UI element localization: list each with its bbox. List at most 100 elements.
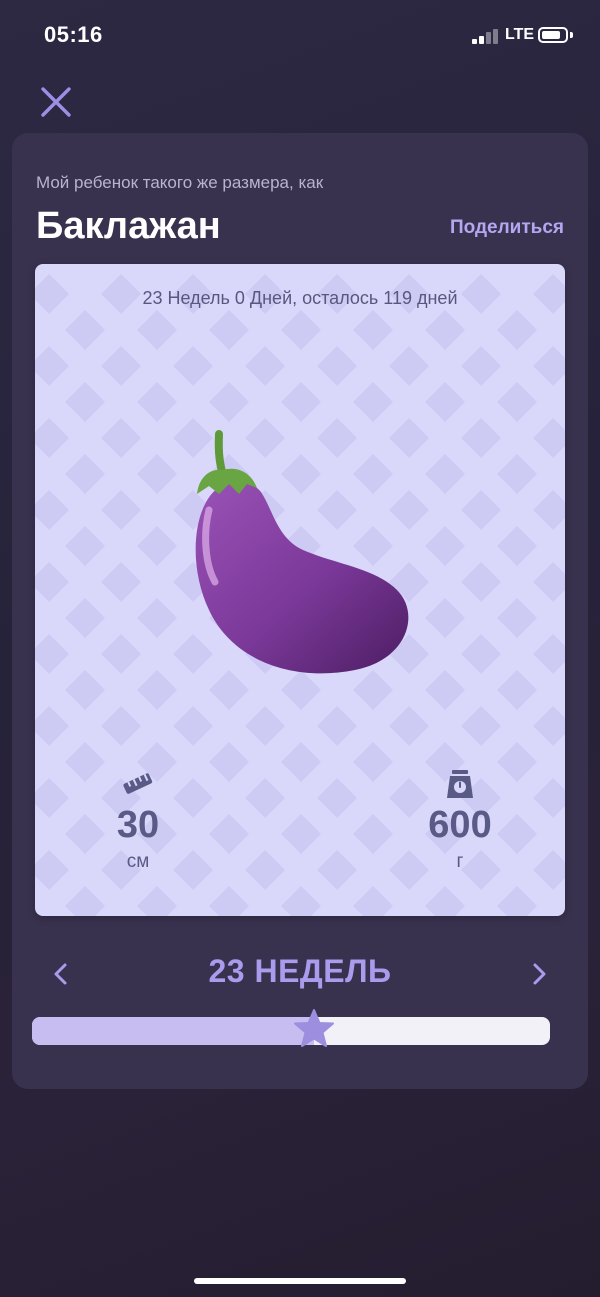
pattern-diamond — [533, 778, 565, 818]
previous-week-button[interactable] — [46, 959, 76, 989]
pattern-diamond — [137, 454, 177, 494]
status-time: 05:16 — [44, 22, 103, 47]
pattern-diamond — [497, 670, 537, 710]
pattern-diamond — [137, 670, 177, 710]
pattern-diamond — [317, 778, 357, 818]
pattern-diamond — [65, 886, 105, 916]
pattern-diamond — [425, 382, 465, 422]
signal-bar — [472, 39, 477, 44]
pattern-diamond — [281, 814, 321, 854]
pattern-diamond — [281, 310, 321, 350]
pattern-diamond — [137, 310, 177, 350]
eggplant-icon — [195, 430, 409, 674]
pattern-diamond — [425, 670, 465, 710]
signal-bar — [479, 35, 484, 44]
ruler-icon — [123, 773, 153, 794]
pattern-diamond — [533, 850, 565, 890]
star-icon — [294, 1009, 335, 1047]
length-stat: 30 см — [73, 769, 203, 873]
pattern-diamond — [353, 742, 393, 782]
pattern-diamond — [209, 310, 249, 350]
pattern-diamond — [35, 562, 69, 602]
pattern-diamond — [173, 346, 213, 386]
battery-cap — [570, 32, 573, 38]
next-week-button[interactable] — [524, 959, 554, 989]
pattern-diamond — [101, 562, 141, 602]
pattern-diamond — [137, 598, 177, 638]
pattern-diamond — [317, 706, 357, 746]
pattern-diamond — [533, 418, 565, 458]
pattern-diamond — [35, 490, 69, 530]
network-type: LTE — [505, 26, 535, 43]
pattern-diamond — [173, 706, 213, 746]
pattern-diamond — [353, 814, 393, 854]
signal-bar — [493, 28, 498, 44]
pattern-diamond — [497, 886, 537, 916]
pattern-diamond — [461, 490, 501, 530]
pattern-diamond — [281, 742, 321, 782]
weight-unit: г — [456, 851, 464, 872]
pattern-diamond — [497, 382, 537, 422]
pattern-diamond — [425, 526, 465, 566]
pattern-diamond — [101, 634, 141, 674]
pattern-diamond — [317, 346, 357, 386]
pattern-diamond — [533, 634, 565, 674]
pattern-diamond — [245, 346, 285, 386]
pattern-diamond — [533, 490, 565, 530]
pattern-diamond — [35, 778, 69, 818]
size-comparison-card: Мой ребенок такого же размера, как Бакла… — [12, 133, 588, 1089]
pattern-diamond — [533, 706, 565, 746]
close-button[interactable] — [36, 82, 76, 122]
week-label: 23 НЕДЕЛЬ — [208, 953, 392, 989]
chevron-left-icon — [54, 963, 67, 985]
share-button[interactable]: Поделиться — [450, 217, 564, 239]
pattern-diamond — [497, 526, 537, 566]
chevron-right-icon — [533, 963, 546, 985]
pattern-diamond — [353, 886, 393, 916]
scale-icon — [447, 770, 473, 798]
pattern-diamond — [281, 886, 321, 916]
pattern-diamond — [317, 850, 357, 890]
home-indicator[interactable] — [194, 1278, 406, 1284]
fruit-panel: 23 Недель 0 Дней, осталось 119 дней 30 с… — [35, 264, 565, 916]
slider-handle[interactable] — [292, 1007, 336, 1051]
pattern-diamond — [389, 706, 429, 746]
pattern-diamond — [425, 454, 465, 494]
pattern-diamond — [137, 526, 177, 566]
pattern-diamond — [101, 490, 141, 530]
pattern-diamond — [461, 346, 501, 386]
pattern-diamond — [209, 742, 249, 782]
signal-bar — [486, 32, 491, 44]
pattern-diamond — [425, 886, 465, 916]
pattern-diamond — [533, 562, 565, 602]
pattern-diamond — [389, 346, 429, 386]
pattern-diamond — [65, 310, 105, 350]
pattern-diamond — [461, 706, 501, 746]
length-value: 30 — [116, 804, 160, 846]
card-subtitle: Мой ребенок такого же размера, как — [36, 173, 324, 192]
length-unit: см — [126, 851, 150, 872]
pattern-diamond — [35, 346, 69, 386]
pattern-diamond — [209, 814, 249, 854]
pattern-diamond — [245, 850, 285, 890]
pattern-diamond — [35, 706, 69, 746]
weight-stat: 600 г — [395, 769, 525, 873]
week-progress-slider[interactable] — [32, 1009, 550, 1047]
pattern-diamond — [209, 886, 249, 916]
pattern-diamond — [461, 634, 501, 674]
status-bar: 05:16 LTE — [0, 0, 600, 70]
pattern-diamond — [137, 886, 177, 916]
pattern-diamond — [497, 310, 537, 350]
pattern-diamond — [533, 346, 565, 386]
pattern-diamond — [35, 634, 69, 674]
pattern-diamond — [353, 310, 393, 350]
pattern-diamond — [35, 418, 69, 458]
battery-icon — [538, 27, 568, 43]
pattern-diamond — [461, 562, 501, 602]
pattern-diamond — [65, 454, 105, 494]
signal-strength-icon — [472, 28, 500, 44]
battery-level — [542, 31, 561, 39]
pattern-diamond — [65, 382, 105, 422]
pattern-diamond — [497, 598, 537, 638]
pattern-diamond — [425, 598, 465, 638]
